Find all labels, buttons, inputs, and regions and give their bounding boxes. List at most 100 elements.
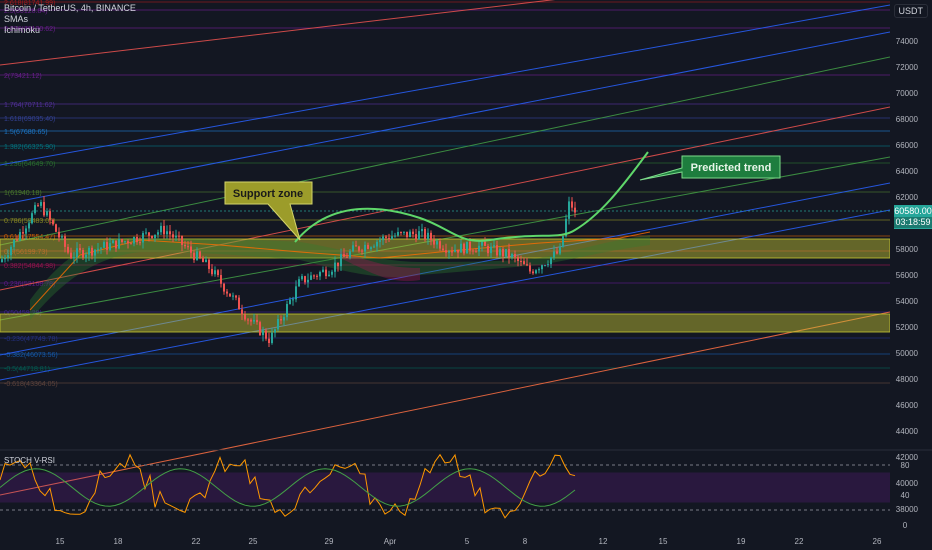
candle-body <box>127 241 129 244</box>
candle-body <box>49 211 51 220</box>
candle-body <box>76 248 78 258</box>
time-tick-label: 22 <box>192 537 201 546</box>
indicator-ichimoku[interactable]: Ichimoku <box>4 25 40 35</box>
indicator-smas[interactable]: SMAs <box>4 14 28 24</box>
fib-label: 1.236(64649.70) <box>4 161 55 168</box>
candle-body <box>400 232 402 234</box>
stoch-tick-label: 40 <box>901 491 910 500</box>
candle-body <box>550 257 552 265</box>
candle-body <box>193 252 195 260</box>
chart-canvas[interactable]: 2.618(81741.99)2.5(80126.84)2.236(76130.… <box>0 0 932 550</box>
candle-body <box>190 246 192 253</box>
price-tick-label: 48000 <box>896 375 919 384</box>
candle-body <box>568 201 570 219</box>
candle-body <box>451 251 453 253</box>
candle-body <box>328 274 330 277</box>
candle-body <box>82 250 84 258</box>
bar-countdown: 03:18:59 <box>894 217 932 228</box>
candle-body <box>46 211 48 216</box>
candle-body <box>217 270 219 276</box>
candle-body <box>376 241 378 247</box>
time-tick-label: 19 <box>737 537 746 546</box>
candle-body <box>262 330 264 336</box>
candle-body <box>316 275 318 277</box>
price-tick-label: 62000 <box>896 193 919 202</box>
price-axis[interactable]: 7800076000740007200070000680006600064000… <box>890 0 932 514</box>
candle-body <box>298 279 300 287</box>
candle-body <box>19 232 21 241</box>
candle-body <box>283 317 285 321</box>
fib-label: 1(61940.18) <box>4 190 42 197</box>
time-tick-label: 15 <box>56 537 65 546</box>
candle-body <box>412 231 414 235</box>
candle-body <box>64 236 66 247</box>
fib-label: 2(73421.12) <box>4 73 42 80</box>
candle-body <box>232 295 234 297</box>
candle-body <box>133 237 135 244</box>
candle-body <box>208 259 210 269</box>
candle-body <box>553 251 555 258</box>
candle-body <box>85 254 87 258</box>
candle-body <box>100 247 102 249</box>
support-zone-lower <box>0 313 891 333</box>
candle-body <box>25 228 27 234</box>
candle-body <box>358 246 360 251</box>
candle-body <box>58 231 60 238</box>
candle-body <box>295 286 297 300</box>
candle-body <box>55 224 57 232</box>
candle-body <box>505 249 507 257</box>
candle-body <box>481 241 483 246</box>
candle-body <box>532 271 534 274</box>
candle-body <box>307 279 309 283</box>
candle-body <box>379 240 381 242</box>
candle-body <box>37 205 39 207</box>
candle-body <box>463 243 465 254</box>
candle-body <box>496 245 498 256</box>
candle-body <box>322 269 324 273</box>
candle-body <box>139 242 141 244</box>
candle-body <box>220 275 222 284</box>
candle-body <box>115 240 117 249</box>
price-tick-label: 72000 <box>896 63 919 72</box>
candle-body <box>238 297 240 310</box>
candle-body <box>457 249 459 253</box>
candle-body <box>13 239 15 247</box>
candle-body <box>7 255 9 258</box>
time-axis[interactable]: 15 18 22 25 29 Apr 5 8 12 15 19 22 26 <box>56 537 882 546</box>
candle-body <box>562 236 564 247</box>
stoch-title[interactable]: STOCH V-RSI <box>4 456 55 465</box>
candle-body <box>70 252 72 259</box>
time-tick-label: 12 <box>599 537 608 546</box>
candle-body <box>313 275 315 277</box>
candle-body <box>484 241 486 246</box>
candle-body <box>337 262 339 267</box>
symbol-title[interactable]: Bitcoin / TetherUS, 4h, BINANCE <box>4 3 136 13</box>
price-tick-label: 54000 <box>896 297 919 306</box>
candle-body <box>430 232 432 241</box>
candle-body <box>157 232 159 235</box>
candle-body <box>409 231 411 238</box>
candle-body <box>382 236 384 241</box>
candle-body <box>415 234 417 240</box>
candle-body <box>67 246 69 253</box>
candle-body <box>253 319 255 322</box>
candle-body <box>466 241 468 254</box>
candle-body <box>289 299 291 305</box>
candle-body <box>31 213 33 224</box>
candle-body <box>43 202 45 216</box>
candle-body <box>487 245 489 254</box>
currency-badge[interactable]: USDT <box>893 4 928 18</box>
candle-body <box>265 330 267 339</box>
fib-label: -0.618(43364.05) <box>4 381 58 388</box>
candle-body <box>520 261 522 263</box>
candle-body <box>571 201 573 208</box>
price-tick-label: 40000 <box>896 479 919 488</box>
candle-body <box>427 232 429 240</box>
candle-body <box>169 231 171 235</box>
candle-body <box>196 251 198 260</box>
candle-body <box>259 322 261 336</box>
candle-body <box>226 291 228 294</box>
candle-body <box>103 242 105 248</box>
price-tick-label: 64000 <box>896 167 919 176</box>
candle-body <box>142 233 144 243</box>
